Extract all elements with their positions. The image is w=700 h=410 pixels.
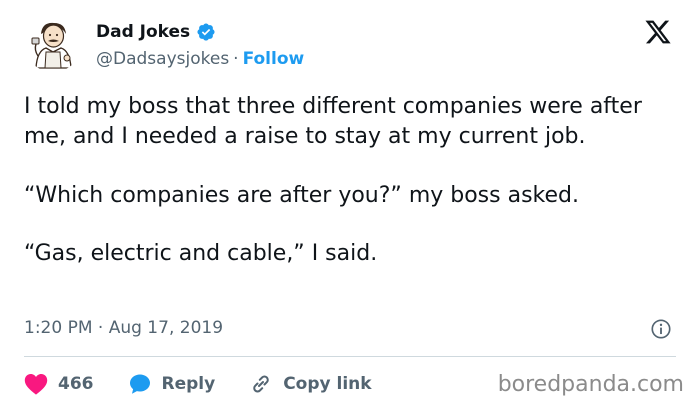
reply-button[interactable]: Reply [128, 372, 216, 396]
source-watermark: boredpanda.com [497, 372, 684, 397]
like-count: 466 [58, 374, 94, 394]
tweet-timestamp[interactable]: 1:20 PM · Aug 17, 2019 [24, 318, 223, 338]
link-icon [253, 375, 269, 393]
like-button[interactable]: 466 [24, 373, 94, 395]
reply-bubble-icon [129, 374, 150, 394]
tweet-paragraph: “Which companies are after you?” my boss… [24, 183, 579, 208]
avatar[interactable] [24, 14, 82, 72]
tweet-text: I told my boss that three different comp… [24, 92, 684, 269]
x-logo-icon[interactable] [644, 18, 672, 46]
action-bar: 466 Reply Copy link [24, 372, 372, 396]
display-name[interactable]: Dad Jokes [96, 22, 190, 42]
author-name-row: Dad Jokes [96, 22, 216, 42]
verified-badge-icon [197, 23, 215, 41]
author-handle[interactable]: @Dadsaysjokes [96, 49, 229, 69]
tweet-paragraph: I told my boss that three different comp… [24, 94, 642, 149]
handle-separator: · [233, 49, 239, 69]
author-handle-row: @Dadsaysjokes · Follow [96, 49, 304, 69]
info-icon[interactable] [650, 318, 672, 340]
copy-link-button[interactable]: Copy link [249, 372, 372, 396]
tweet-paragraph: “Gas, electric and cable,” I said. [24, 241, 378, 266]
follow-button[interactable]: Follow [243, 49, 305, 69]
heart-icon [24, 374, 48, 395]
cartoon-dad-avatar-icon [25, 15, 81, 71]
divider [24, 356, 676, 357]
tweet-card: Dad Jokes @Dadsaysjokes · Follow I told … [0, 0, 700, 410]
copy-link-label: Copy link [283, 374, 372, 394]
reply-label: Reply [161, 374, 216, 394]
